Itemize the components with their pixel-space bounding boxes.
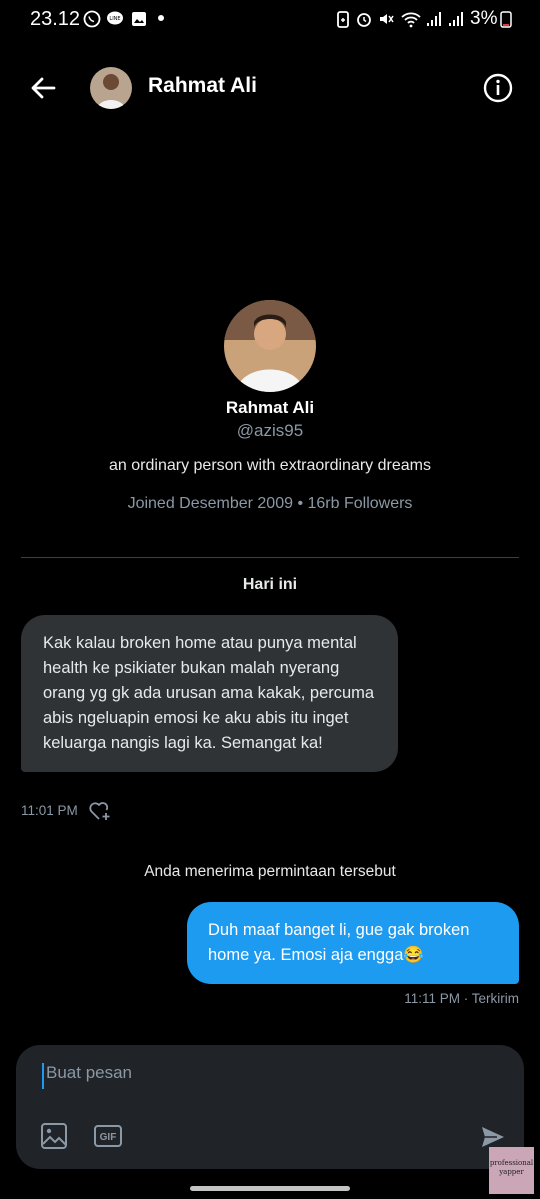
home-indicator[interactable] bbox=[190, 1186, 350, 1191]
gallery-icon bbox=[132, 12, 146, 26]
incoming-message[interactable]: Kak kalau broken home atau punya mental … bbox=[21, 615, 398, 772]
battery-level: 3% bbox=[470, 8, 498, 29]
gif-button[interactable]: GIF bbox=[94, 1125, 122, 1147]
send-icon[interactable] bbox=[480, 1125, 506, 1149]
header-avatar[interactable] bbox=[90, 67, 132, 109]
profile-bio: an ordinary person with extraordinary dr… bbox=[109, 457, 431, 474]
status-time: 23.12 bbox=[30, 8, 81, 30]
profile-avatar[interactable] bbox=[224, 300, 316, 392]
whatsapp-icon bbox=[83, 10, 101, 28]
mute-icon bbox=[380, 14, 394, 24]
message-input[interactable]: Buat pesan bbox=[42, 1063, 446, 1089]
outgoing-message-status: 11:11 PM · Terkirim bbox=[404, 991, 519, 1006]
watermark-stamp: professional yapper bbox=[489, 1147, 534, 1194]
signal-icon-2 bbox=[449, 12, 463, 26]
wifi-icon bbox=[401, 12, 421, 28]
day-separator: Hari ini bbox=[242, 576, 298, 593]
divider bbox=[21, 557, 519, 558]
image-icon[interactable] bbox=[40, 1122, 68, 1150]
svg-text:LINE: LINE bbox=[109, 16, 120, 22]
line-icon: LINE bbox=[107, 11, 123, 25]
heart-plus-icon[interactable] bbox=[88, 800, 112, 822]
profile-name: Rahmat Ali bbox=[225, 398, 315, 417]
profile-meta: Joined Desember 2009 • 16rb Followers bbox=[127, 495, 413, 512]
signal-icon-1 bbox=[427, 12, 441, 26]
request-accepted-notice: Anda menerima permintaan tersebut bbox=[144, 863, 396, 880]
profile-handle: @azis95 bbox=[236, 421, 304, 440]
battery-icon bbox=[500, 11, 512, 28]
battery-saver-icon bbox=[337, 11, 349, 28]
status-bar: 23.12 LINE 3% bbox=[0, 0, 540, 40]
info-icon[interactable] bbox=[482, 72, 514, 104]
alarm-icon bbox=[357, 13, 371, 27]
dot-icon bbox=[158, 15, 164, 21]
header-title[interactable]: Rahmat Ali bbox=[148, 74, 257, 98]
back-arrow-icon[interactable] bbox=[28, 70, 58, 106]
outgoing-message[interactable]: Duh maaf banget li, gue gak broken home … bbox=[187, 902, 519, 984]
message-composer: Buat pesan GIF bbox=[16, 1045, 524, 1169]
incoming-message-time: 11:01 PM bbox=[21, 803, 78, 818]
